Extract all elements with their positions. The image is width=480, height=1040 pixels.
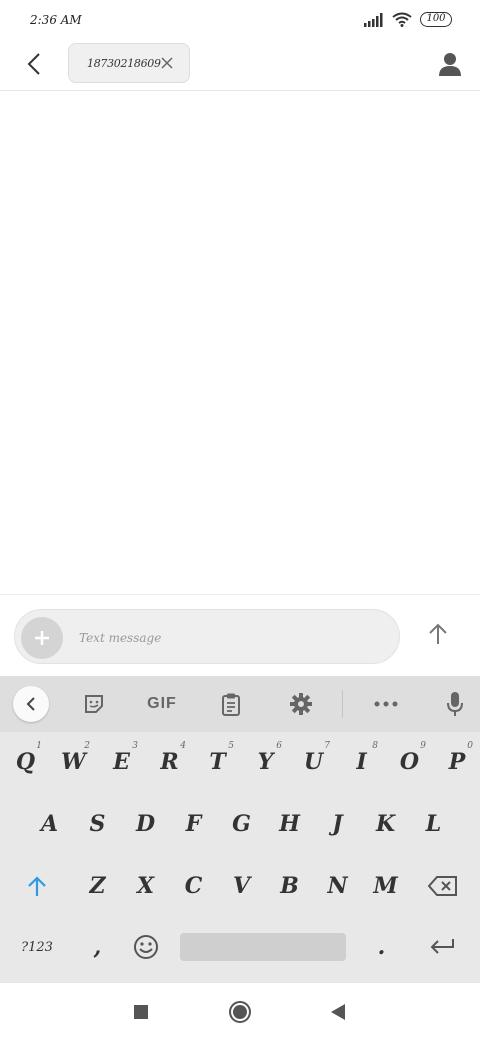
key-p[interactable]: P0 (434, 734, 480, 790)
key-h[interactable]: H (266, 796, 313, 852)
keyboard: GIF Q 1 W 2 E 3 R 4 T 5 Y 6 U 7 I 8 O 9 … (0, 676, 480, 982)
key-s[interactable]: S (74, 796, 121, 852)
key-m[interactable]: M (362, 858, 409, 914)
enter-key[interactable] (408, 919, 476, 975)
emoji-icon (133, 935, 158, 959)
message-list (0, 92, 480, 595)
recipient-number: 18730218609 (87, 56, 161, 70)
signal-icon (364, 12, 383, 27)
keyboard-toolbar: GIF (0, 676, 480, 732)
gear-icon (290, 693, 312, 715)
key-a[interactable]: A (26, 796, 73, 852)
backspace-icon (428, 876, 457, 896)
key-y[interactable]: Y6 (242, 734, 289, 790)
status-icons: 100 (364, 12, 452, 27)
voice-input-button[interactable] (437, 686, 473, 722)
key-b[interactable]: B (266, 858, 313, 914)
square-icon (134, 1005, 148, 1019)
key-t[interactable]: T5 (194, 734, 241, 790)
close-icon (161, 57, 173, 69)
key-n[interactable]: N (314, 858, 361, 914)
chevron-left-icon (26, 697, 35, 711)
key-k[interactable]: K (362, 796, 409, 852)
key-i[interactable]: I8 (338, 734, 385, 790)
backspace-key[interactable] (410, 858, 476, 914)
compose-field (14, 609, 400, 665)
plus-icon (35, 631, 49, 645)
triangle-back-icon (331, 1004, 345, 1020)
key-f[interactable]: F (170, 796, 217, 852)
enter-icon (430, 939, 454, 954)
key-z[interactable]: Z (74, 858, 121, 914)
keyboard-collapse-button[interactable] (13, 686, 49, 722)
key-o[interactable]: O9 (386, 734, 433, 790)
arrow-up-icon (429, 623, 447, 644)
add-contact-button[interactable] (434, 48, 466, 80)
more-icon (374, 701, 398, 707)
sticker-button[interactable] (76, 686, 112, 722)
gif-label: GIF (147, 695, 177, 712)
period-key[interactable]: . (358, 919, 405, 975)
key-u[interactable]: U7 (290, 734, 337, 790)
message-input[interactable] (79, 610, 379, 665)
key-d[interactable]: D (122, 796, 169, 852)
shift-key[interactable] (2, 858, 72, 914)
key-v[interactable]: V (218, 858, 265, 914)
status-bar: 2:36 AM 100 (0, 0, 480, 40)
battery-indicator: 100 (420, 12, 452, 27)
toolbar-divider (342, 690, 343, 718)
clipboard-button[interactable] (213, 686, 249, 722)
gif-button[interactable]: GIF (142, 686, 182, 722)
recents-button[interactable] (126, 997, 156, 1027)
emoji-key[interactable] (122, 919, 169, 975)
status-time: 2:36 AM (30, 13, 82, 27)
shift-icon (28, 876, 46, 896)
remove-recipient-button[interactable] (159, 55, 175, 71)
key-j[interactable]: J (314, 796, 361, 852)
back-nav-button[interactable] (323, 997, 353, 1027)
symbols-key[interactable]: ?123 (2, 919, 72, 975)
key-w[interactable]: W2 (50, 734, 97, 790)
person-icon (439, 53, 461, 76)
compose-bar (0, 596, 480, 676)
keyboard-settings-button[interactable] (283, 686, 319, 722)
key-g[interactable]: G (218, 796, 265, 852)
circle-icon (229, 1001, 251, 1023)
wifi-icon (392, 12, 412, 27)
key-l[interactable]: L (410, 796, 457, 852)
attach-button[interactable] (21, 617, 63, 659)
conversation-header: 18730218609 (0, 40, 480, 91)
key-c[interactable]: C (170, 858, 217, 914)
navigation-bar (0, 982, 480, 1040)
sticker-icon (85, 695, 103, 713)
home-button[interactable] (225, 997, 255, 1027)
recipient-chip[interactable]: 18730218609 (68, 43, 190, 83)
back-icon (27, 53, 40, 75)
key-x[interactable]: X (122, 858, 169, 914)
key-q[interactable]: Q1 (2, 734, 49, 790)
more-options-button[interactable] (368, 686, 404, 722)
key-e[interactable]: E3 (98, 734, 145, 790)
clipboard-icon (222, 693, 240, 716)
key-r[interactable]: R4 (146, 734, 193, 790)
comma-key[interactable]: , (74, 919, 121, 975)
mic-icon (447, 692, 463, 716)
back-button[interactable] (18, 48, 50, 80)
send-button[interactable] (422, 618, 454, 650)
space-key[interactable] (180, 933, 346, 961)
